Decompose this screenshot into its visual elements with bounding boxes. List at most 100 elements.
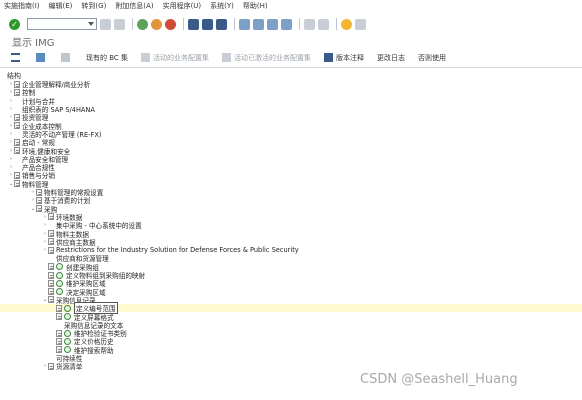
new-session-icon[interactable] [304, 18, 315, 30]
tree-node[interactable]: › 灵活的不动产管理 (RE-FX) [0, 130, 582, 139]
tree-node[interactable]: 维护搜索帮助 [0, 346, 582, 355]
documentation-icon[interactable] [36, 196, 42, 204]
menu-item[interactable]: 附加信息(A) [115, 1, 153, 11]
menu-item[interactable]: 系统(Y) [210, 1, 234, 11]
command-field[interactable] [27, 18, 97, 30]
documentation-icon[interactable] [56, 329, 62, 337]
expand-icon[interactable]: › [8, 156, 14, 162]
tree-node[interactable]: › 销售与分销 [0, 171, 582, 180]
tree-node[interactable]: › 产品安全和管理 [0, 155, 582, 164]
tree-node[interactable]: › 基于消费的计划 [0, 196, 582, 205]
documentation-icon[interactable] [48, 288, 54, 296]
divider [0, 67, 582, 68]
tree-icon [36, 53, 45, 62]
activated-bc-sets-button[interactable]: 活动已激活的业务配置集 [222, 53, 311, 63]
print-icon[interactable] [188, 18, 199, 30]
toolbar-separator [234, 18, 235, 30]
documentation-icon[interactable] [14, 80, 20, 88]
menu-item[interactable]: 实用程序(U) [163, 1, 202, 11]
documentation-icon[interactable] [56, 337, 62, 345]
expand-icon[interactable]: › [42, 222, 48, 228]
existing-bc-sets-label: 现有的 BC 集 [86, 53, 129, 62]
release-notes-icon [324, 53, 334, 62]
expand-all-button[interactable] [11, 53, 23, 62]
application-toolbar: 现有的 BC 集 活动的业务配置集 活动已激活的业务配置集 版本注释 更改日志 … [0, 50, 582, 65]
chevron-down-icon[interactable] [88, 22, 94, 26]
menu-item[interactable]: 转到(G) [81, 1, 106, 11]
tree-icon-button-2[interactable] [61, 53, 73, 62]
documentation-icon[interactable] [48, 296, 54, 304]
menu-item[interactable]: 实施指南(I) [4, 1, 40, 11]
tree-node[interactable]: › 组织表的 SAP S/4HANA [0, 105, 582, 114]
expand-icon[interactable]: › [8, 106, 14, 112]
settings-icon[interactable] [355, 18, 366, 30]
tree-node[interactable]: ⌄ 采购 [0, 205, 582, 214]
documentation-icon[interactable] [48, 362, 54, 370]
bc-set-icon [141, 53, 151, 62]
documentation-icon[interactable] [14, 88, 20, 96]
help-icon[interactable] [341, 18, 352, 30]
where-used-icon [61, 53, 70, 62]
dropdown-history-icon[interactable] [100, 18, 111, 30]
save-icon[interactable] [114, 18, 125, 30]
expand-icon[interactable]: › [8, 98, 14, 104]
documentation-icon[interactable] [48, 213, 54, 221]
execute-activity-icon[interactable] [56, 271, 63, 279]
execute-activity-icon[interactable] [64, 329, 71, 337]
documentation-icon[interactable] [14, 147, 20, 155]
expand-icon[interactable]: › [8, 131, 14, 137]
change-log-button[interactable]: 更改日志 [377, 53, 405, 63]
exit-icon[interactable] [151, 18, 162, 30]
documentation-icon[interactable] [56, 304, 62, 312]
where-used-button[interactable]: 否则使用 [418, 53, 446, 63]
release-notes-button[interactable]: 版本注释 [324, 53, 364, 63]
execute-activity-icon[interactable] [64, 304, 71, 312]
documentation-icon[interactable] [14, 113, 20, 121]
shortcut-icon[interactable] [318, 18, 329, 30]
find-icon[interactable] [202, 18, 213, 30]
documentation-icon[interactable] [48, 238, 54, 246]
documentation-icon[interactable] [48, 230, 54, 238]
tree-node[interactable]: › 控制 [0, 88, 582, 97]
tree-node[interactable]: 可持续性 [0, 354, 582, 363]
tree-node[interactable]: › 企业管理解释/商业分析 [0, 80, 582, 89]
existing-bc-sets-button[interactable]: 现有的 BC 集 [86, 53, 128, 63]
tree-icon-button[interactable] [36, 53, 48, 62]
find-next-icon[interactable] [216, 18, 227, 30]
enter-check-icon[interactable]: ✓ [9, 18, 20, 30]
execute-activity-icon[interactable] [64, 337, 71, 345]
menu-item[interactable]: 帮助(H) [243, 1, 268, 11]
title-area: 显示 IMG [0, 33, 582, 50]
previous-page-icon[interactable] [253, 18, 264, 30]
execute-activity-icon[interactable] [56, 263, 63, 271]
documentation-icon[interactable] [56, 313, 62, 321]
page-title: 显示 IMG [12, 38, 55, 49]
documentation-icon[interactable] [14, 171, 20, 179]
documentation-icon[interactable] [48, 279, 54, 287]
bc-set-icon [222, 53, 232, 62]
expand-icon[interactable]: › [8, 164, 14, 170]
tree-node[interactable]: › 货源清单 [0, 362, 582, 371]
next-page-icon[interactable] [267, 18, 278, 30]
documentation-icon[interactable] [14, 122, 20, 130]
documentation-icon[interactable] [48, 246, 54, 254]
documentation-icon[interactable] [36, 188, 42, 196]
documentation-icon[interactable] [14, 138, 20, 146]
documentation-icon[interactable] [48, 263, 54, 271]
tree-node[interactable]: › 投资管理 [0, 113, 582, 122]
tree-node[interactable]: › 环境,健康和安全 [0, 146, 582, 156]
execute-activity-icon[interactable] [56, 279, 63, 287]
documentation-icon[interactable] [14, 180, 20, 188]
tree-node[interactable]: › 供应商主数据 [0, 238, 582, 247]
cancel-icon[interactable] [165, 18, 176, 30]
back-icon[interactable] [137, 18, 148, 30]
release-notes-label: 版本注释 [336, 53, 365, 62]
tree-node[interactable]: › 产品合规性 [0, 163, 582, 172]
tree-node[interactable]: › 启动 - 常规 [0, 138, 582, 147]
first-page-icon[interactable] [239, 18, 250, 30]
documentation-icon[interactable] [36, 205, 42, 213]
menu-item[interactable]: 编辑(E) [49, 1, 73, 11]
active-bc-sets-button[interactable]: 活动的业务配置集 [141, 53, 209, 63]
documentation-icon[interactable] [48, 271, 54, 279]
last-page-icon[interactable] [281, 18, 292, 30]
